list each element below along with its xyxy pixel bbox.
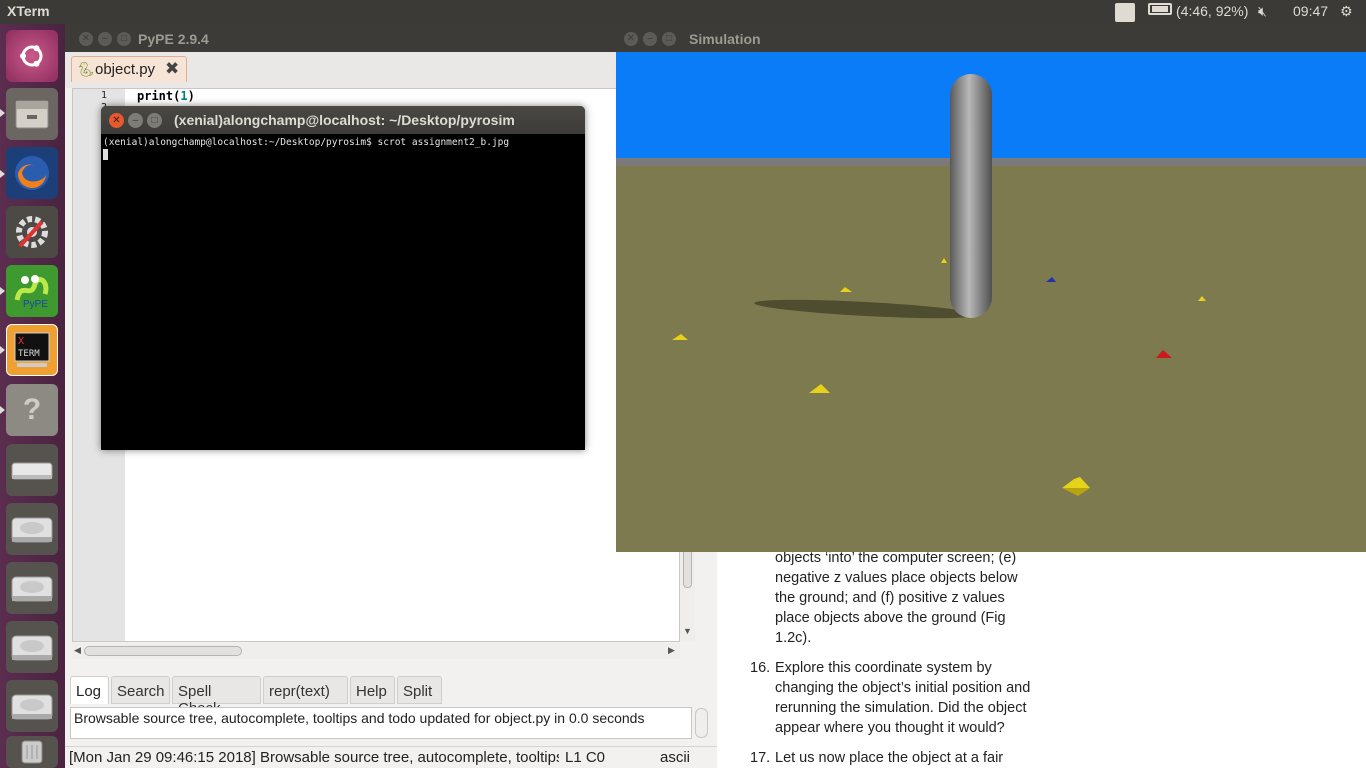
keyboard-indicator[interactable]: En	[1115, 3, 1135, 22]
running-indicator	[0, 287, 5, 295]
doc-text-line: negative z values place objects below	[775, 570, 1018, 586]
file-tab-label: object.py	[95, 61, 156, 78]
tab-spell-check[interactable]: Spell Check	[172, 676, 261, 717]
svg-text:X: X	[18, 336, 24, 347]
doc-text-line: changing the object’s initial position a…	[775, 680, 1031, 696]
cylinder-object	[950, 74, 992, 318]
tab-repr-text[interactable]: repr(text)	[263, 676, 348, 704]
doc-text-line: 1.2c).	[775, 630, 812, 646]
window-title: PyPE 2.9.4	[138, 31, 209, 47]
doc-text-line: objects ‘into’ the computer screen; (e)	[775, 550, 1017, 566]
status-encoding: ascii	[660, 749, 691, 766]
code-paren: )	[187, 89, 195, 103]
file-tab[interactable]: 🐍︎ object.py ✖	[71, 56, 187, 82]
scroll-thumb[interactable]	[683, 548, 692, 588]
code-number: 1	[180, 89, 188, 103]
doc-text-line: Explore this coordinate system by	[775, 660, 992, 676]
doc-text-line: place objects above the ground (Fig	[775, 610, 1006, 626]
maximize-icon[interactable]: □	[117, 32, 131, 46]
top-panel: XTerm En (4:46, 92%) 🔇︎ 09:47 ⚙	[0, 0, 1366, 24]
ubuntu-dash-icon[interactable]	[6, 30, 58, 82]
simulation-viewport[interactable]	[616, 52, 1366, 552]
drive-icon[interactable]	[6, 621, 58, 673]
simulation-window: ✕ – □ Simulation	[616, 26, 1366, 552]
xterm-titlebar[interactable]: ✕ – □ (xenial)alongchamp@localhost: ~/De…	[101, 106, 585, 134]
terminal-output[interactable]: (xenial)alongchamp@localhost:~/Desktop/p…	[103, 134, 583, 448]
doc-text-line: appear where you thought it would?	[775, 720, 1005, 736]
xterm-window: ✕ – □ (xenial)alongchamp@localhost: ~/De…	[101, 106, 585, 450]
running-indicator	[0, 346, 5, 354]
clock[interactable]: 09:47	[1293, 3, 1328, 19]
tab-split[interactable]: Split	[397, 676, 442, 704]
drive-icon[interactable]	[6, 562, 58, 614]
log-output[interactable]: Browsable source tree, autocomplete, too…	[70, 707, 692, 739]
terminal-command-line: (xenial)alongchamp@localhost:~/Desktop/p…	[103, 137, 510, 148]
tab-search[interactable]: Search	[111, 676, 170, 704]
battery-status[interactable]: (4:46, 92%)	[1176, 3, 1248, 19]
minimize-icon[interactable]: –	[643, 32, 657, 46]
battery-icon[interactable]	[1148, 3, 1172, 15]
line-number: 1	[100, 90, 107, 101]
running-indicator	[0, 170, 5, 178]
close-icon[interactable]: ✕	[109, 113, 124, 128]
system-gear-icon[interactable]: ⚙	[1340, 3, 1353, 20]
pype-icon[interactable]: PyPE	[6, 265, 58, 317]
doc-text-line: rerunning the simulation. Did the object	[775, 700, 1027, 716]
firefox-icon[interactable]	[6, 147, 58, 199]
xterm-icon[interactable]: X TERM	[6, 324, 58, 376]
svg-text:TERM: TERM	[18, 349, 40, 359]
doc-text-line: the ground; and (f) positive z values	[775, 590, 1005, 606]
scroll-down-arrow-icon[interactable]: ▼	[683, 626, 692, 636]
bottom-tabs: Log Search Spell Check repr(text) Help S…	[70, 676, 715, 717]
maximize-icon[interactable]: □	[662, 32, 676, 46]
status-position: L1 C0	[565, 749, 606, 766]
close-tab-icon[interactable]: ✖	[165, 59, 179, 79]
code-line[interactable]: print(1)	[137, 89, 195, 103]
close-icon[interactable]: ✕	[79, 32, 93, 46]
minimize-icon[interactable]: –	[98, 32, 112, 46]
close-icon[interactable]: ✕	[624, 32, 638, 46]
editor-horizontal-scrollbar[interactable]: ◀ ▶	[72, 643, 680, 659]
scroll-left-arrow-icon[interactable]: ◀	[74, 645, 81, 656]
active-app-title: XTerm	[7, 3, 50, 19]
window-title: Simulation	[689, 31, 761, 47]
status-message: [Mon Jan 29 09:46:15 2018] Browsable sou…	[69, 749, 559, 766]
help-icon[interactable]: ?	[6, 384, 58, 436]
doc-item-number: 16.	[750, 660, 771, 676]
status-bar: [Mon Jan 29 09:46:15 2018] Browsable sou…	[65, 746, 717, 768]
running-indicator	[0, 406, 5, 414]
terminal-cursor	[103, 149, 108, 160]
tab-help[interactable]: Help	[350, 676, 395, 704]
maximize-icon[interactable]: □	[147, 113, 162, 128]
document-viewer[interactable]: objects ‘into’ the computer screen; (e) …	[717, 550, 1366, 768]
doc-item-number: 17.	[750, 750, 771, 766]
drive-icon[interactable]	[6, 503, 58, 555]
doc-text-line: Let us now place the object at a fair	[775, 750, 1004, 766]
scroll-thumb[interactable]	[84, 646, 242, 656]
files-icon[interactable]	[6, 88, 58, 140]
code-func: print(	[137, 89, 181, 103]
running-indicator	[0, 109, 5, 117]
minimize-icon[interactable]: –	[128, 113, 143, 128]
python-file-icon: 🐍︎	[77, 61, 95, 77]
drive-icon[interactable]	[6, 680, 58, 732]
scroll-right-arrow-icon[interactable]: ▶	[668, 645, 675, 656]
svg-text:PyPE: PyPE	[23, 299, 48, 310]
launcher: PyPE X TERM ?	[0, 24, 65, 768]
system-settings-icon[interactable]	[6, 206, 58, 258]
window-title: (xenial)alongchamp@localhost: ~/Desktop/…	[174, 112, 515, 128]
volume-muted-icon[interactable]: 🔇︎	[1258, 3, 1267, 20]
tab-log[interactable]: Log	[70, 676, 109, 704]
drive-icon[interactable]	[6, 444, 58, 496]
log-scrollbar[interactable]	[695, 708, 708, 738]
trash-icon[interactable]	[6, 736, 58, 768]
simulation-titlebar[interactable]: ✕ – □ Simulation	[616, 26, 1366, 52]
